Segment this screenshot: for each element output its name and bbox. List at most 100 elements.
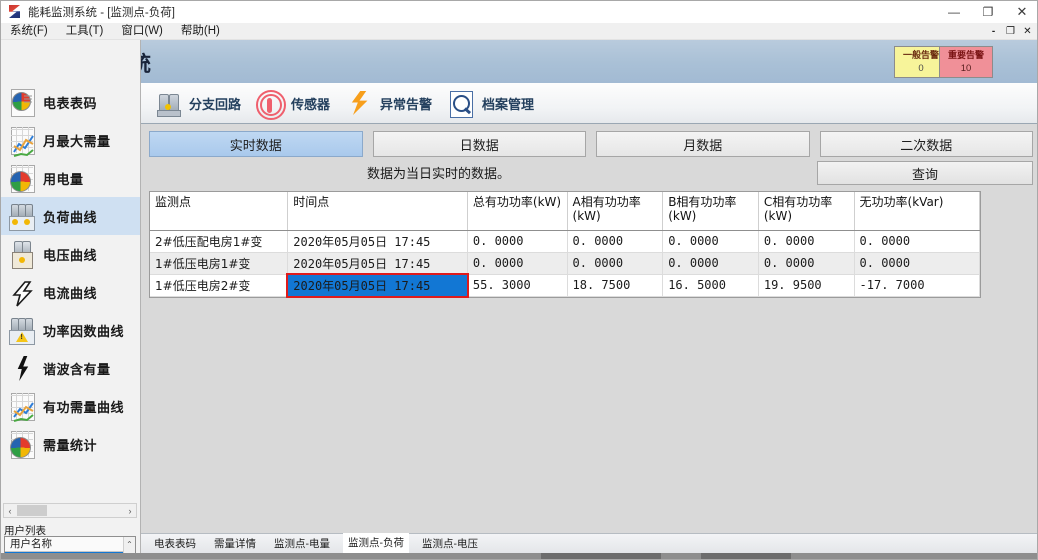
bottom-tab-monitor-voltage[interactable]: 监测点-电压 bbox=[417, 534, 483, 554]
column-header-time-point[interactable]: 时间点 bbox=[287, 192, 468, 231]
window-title: 能耗监测系统 - [监测点-负荷] bbox=[28, 7, 175, 19]
sidebar-item-harmonic-content[interactable]: 谐波含有量 bbox=[1, 349, 140, 387]
pie-report-icon bbox=[7, 87, 35, 117]
restore-icon[interactable]: ❐ bbox=[971, 1, 1005, 23]
toolbar-button-alarm[interactable]: 异常告警 bbox=[344, 88, 432, 118]
cell-phase-b-active-power[interactable]: 0. 0000 bbox=[662, 230, 759, 253]
transformer-icon bbox=[153, 88, 183, 118]
cell-phase-c-active-power[interactable]: 0. 0000 bbox=[758, 230, 855, 253]
cell-phase-b-active-power[interactable]: 16. 5000 bbox=[662, 274, 759, 297]
column-header-monitor-point[interactable]: 监测点 bbox=[150, 192, 289, 231]
close-icon[interactable]: ✕ bbox=[1005, 1, 1037, 23]
cell-total-active-power[interactable]: 0. 0000 bbox=[467, 252, 568, 275]
title-bar: 能耗监测系统 - [监测点-负荷] — ❐ ✕ bbox=[1, 1, 1037, 23]
application-window: 能耗监测系统 - [监测点-负荷] — ❐ ✕ 系统(F) 工具(T) 窗口(W… bbox=[0, 0, 1038, 560]
menu-item-help[interactable]: 帮助(H) bbox=[172, 23, 229, 40]
data-tab-row: 实时数据 日数据 月数据 二次数据 bbox=[149, 131, 1033, 157]
scrollbar-thumb[interactable] bbox=[17, 505, 47, 516]
sidebar-label-demand-statistics: 需量统计 bbox=[43, 438, 98, 454]
column-header-total-active-power[interactable]: 总有功功率(kW) bbox=[467, 192, 568, 231]
harmonic-bolt-icon bbox=[7, 353, 35, 383]
cell-reactive-power[interactable]: 0. 0000 bbox=[854, 252, 981, 275]
cell-monitor-point[interactable]: 1#低压电房2#变 bbox=[150, 274, 289, 297]
bottom-tab-demand-details[interactable]: 需量详情 bbox=[209, 534, 261, 554]
toolbar-button-sensor[interactable]: 传感器 bbox=[255, 88, 330, 120]
table-row-selected[interactable]: 1#低压电房2#变 2020年05月05日 17:45 55. 3000 18.… bbox=[150, 272, 981, 298]
demand-pie-icon bbox=[7, 429, 35, 459]
sidebar-item-voltage-curve[interactable]: 电压曲线 bbox=[1, 235, 140, 273]
column-header-phase-c-active-power[interactable]: C相有功功率(kW) bbox=[758, 192, 855, 231]
data-table: 监测点 时间点 总有功功率(kW) A相有功功率(kW) B相有功功率(kW) … bbox=[150, 192, 981, 298]
cell-time-point-selected[interactable]: 2020年05月05日 17:45 bbox=[286, 272, 469, 298]
column-header-phase-b-active-power[interactable]: B相有功功率(kW) bbox=[662, 192, 759, 231]
table-row[interactable]: 1#低压电房1#变 2020年05月05日 17:45 0. 0000 0. 0… bbox=[150, 252, 981, 275]
lightning-bolt-icon bbox=[344, 88, 374, 118]
sidebar-label-power-factor-curve: 功率因数曲线 bbox=[43, 324, 125, 340]
cell-phase-a-active-power[interactable]: 18. 7500 bbox=[567, 274, 664, 297]
cell-phase-b-active-power[interactable]: 0. 0000 bbox=[662, 252, 759, 275]
alarm-badge-major[interactable]: 重要告警 10 bbox=[939, 46, 993, 78]
table-row[interactable]: 2#低压配电房1#变 2020年05月05日 17:45 0. 0000 0. … bbox=[150, 230, 981, 253]
query-button[interactable]: 查询 bbox=[817, 161, 1033, 185]
toolbar-button-archive[interactable]: 档案管理 bbox=[446, 88, 534, 118]
scroll-right-icon[interactable]: › bbox=[124, 506, 136, 516]
scroll-left-icon[interactable]: ‹ bbox=[4, 506, 16, 516]
sidebar-item-meter-code[interactable]: 电表表码 bbox=[1, 83, 140, 121]
tab-realtime-data[interactable]: 实时数据 bbox=[149, 131, 363, 157]
cell-time-point[interactable]: 2020年05月05日 17:45 bbox=[287, 230, 468, 253]
cell-reactive-power[interactable]: 0. 0000 bbox=[854, 230, 981, 253]
cell-total-active-power[interactable]: 0. 0000 bbox=[467, 230, 568, 253]
main-toolbar: 分支回路 传感器 异常告警 档案管理 bbox=[141, 83, 1037, 124]
cell-monitor-point[interactable]: 2#低压配电房1#变 bbox=[150, 230, 289, 253]
minimize-icon[interactable]: — bbox=[937, 1, 971, 23]
cell-phase-c-active-power[interactable]: 19. 9500 bbox=[758, 274, 855, 297]
toolbar-label-archive: 档案管理 bbox=[482, 97, 535, 113]
mdi-child-controls: - ❐ ✕ bbox=[986, 23, 1035, 40]
bottom-tab-monitor-load[interactable]: 监测点-负荷 bbox=[343, 532, 409, 555]
sidebar-item-load-curve[interactable]: 负荷曲线 bbox=[1, 197, 140, 235]
mdi-restore-icon[interactable]: ❐ bbox=[1003, 24, 1018, 39]
mdi-close-icon[interactable]: ✕ bbox=[1020, 24, 1035, 39]
hint-row: 数据为当日实时的数据。 查询 bbox=[149, 161, 1033, 186]
voltage-transformer-icon bbox=[7, 239, 35, 269]
cell-total-active-power[interactable]: 55. 3000 bbox=[467, 274, 568, 297]
sidebar-item-demand-statistics[interactable]: 需量统计 bbox=[1, 425, 140, 463]
cell-monitor-point[interactable]: 1#低压电房1#变 bbox=[150, 252, 289, 275]
toolbar-label-branch-circuit: 分支回路 bbox=[189, 97, 242, 113]
menu-item-window[interactable]: 窗口(W) bbox=[112, 23, 172, 40]
menu-item-system[interactable]: 系统(F) bbox=[1, 23, 57, 40]
tab-monthly-data[interactable]: 月数据 bbox=[596, 131, 810, 157]
magnifier-document-icon bbox=[446, 88, 476, 118]
tab-daily-data[interactable]: 日数据 bbox=[372, 131, 586, 157]
alarm-major-label: 重要告警 bbox=[947, 50, 984, 60]
tab-secondary-data[interactable]: 二次数据 bbox=[819, 131, 1033, 157]
table-header-row: 监测点 时间点 总有功功率(kW) A相有功功率(kW) B相有功功率(kW) … bbox=[150, 192, 981, 231]
column-header-phase-a-active-power[interactable]: A相有功功率(kW) bbox=[567, 192, 664, 231]
cell-phase-a-active-power[interactable]: 0. 0000 bbox=[567, 252, 664, 275]
menu-item-tools[interactable]: 工具(T) bbox=[57, 23, 113, 40]
current-bolt-icon bbox=[7, 277, 35, 307]
sidebar-nav-list: 电表表码 月最大需量 用电量 负荷曲线 电压曲线 电流曲线 ! 功率因数曲线 谐… bbox=[1, 83, 140, 501]
cell-phase-c-active-power[interactable]: 0. 0000 bbox=[758, 252, 855, 275]
sidebar-item-current-curve[interactable]: 电流曲线 bbox=[1, 273, 140, 311]
sidebar-label-meter-code: 电表表码 bbox=[43, 96, 98, 112]
menu-bar: 系统(F) 工具(T) 窗口(W) 帮助(H) bbox=[1, 23, 1037, 40]
bottom-tab-meter-code[interactable]: 电表表码 bbox=[149, 534, 201, 554]
sidebar-label-harmonic-content: 谐波含有量 bbox=[43, 362, 111, 378]
transformer-bank-icon bbox=[7, 201, 35, 231]
cell-phase-a-active-power[interactable]: 0. 0000 bbox=[567, 230, 664, 253]
toolbar-button-branch-circuit[interactable]: 分支回路 bbox=[153, 88, 241, 118]
bottom-tab-monitor-energy[interactable]: 监测点-电量 bbox=[269, 534, 335, 554]
sidebar-item-active-demand-curve[interactable]: 有功需量曲线 bbox=[1, 387, 140, 425]
cell-reactive-power[interactable]: -17. 7000 bbox=[854, 274, 981, 297]
line-chart-icon bbox=[7, 125, 35, 157]
scroll-up-icon[interactable]: ⌃ bbox=[124, 537, 135, 552]
sidebar-horizontal-scrollbar[interactable]: ‹ › bbox=[3, 503, 137, 518]
sidebar-item-consumption[interactable]: 用电量 bbox=[1, 159, 140, 197]
sidebar-item-power-factor-curve[interactable]: 功率因数曲线 bbox=[1, 311, 140, 349]
cell-time-point[interactable]: 2020年05月05日 17:45 bbox=[287, 252, 468, 275]
column-header-reactive-power[interactable]: 无功功率(kVar) bbox=[854, 192, 981, 231]
cell-time-point-text: 2020年05月05日 17:45 bbox=[293, 278, 431, 293]
mdi-minimize-icon[interactable]: - bbox=[986, 24, 1001, 39]
sidebar-item-monthly-max-demand[interactable]: 月最大需量 bbox=[1, 121, 140, 159]
